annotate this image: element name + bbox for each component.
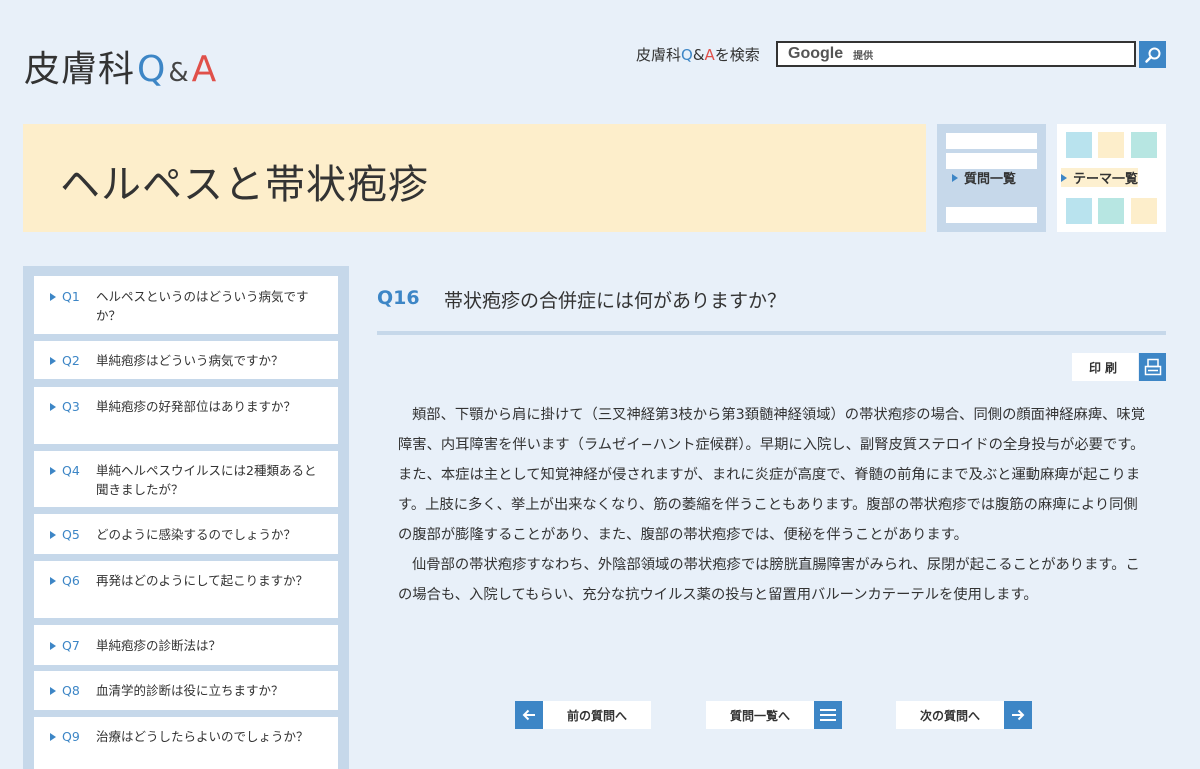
sidebar-item-label: 治療はどうしたらよいのでしょうか？ (96, 729, 309, 744)
triangle-right-icon (50, 577, 56, 585)
google-brand: Google (788, 45, 844, 62)
search-label: 皮膚科Q&Aを検索 (636, 44, 760, 65)
question-list-label: 質問一覧 (964, 172, 1017, 187)
sidebar-item-num: Q6 (62, 573, 80, 588)
prev-question-button[interactable]: 前の質問へ (515, 701, 651, 729)
logo-q: Q (137, 49, 166, 90)
logo-a: A (191, 49, 217, 90)
sidebar-item-num: Q8 (62, 683, 80, 698)
triangle-right-icon (50, 687, 56, 695)
question-list-tile[interactable]: 質問一覧 (937, 124, 1046, 232)
triangle-right-icon (50, 467, 56, 475)
tile-cell (1066, 198, 1092, 224)
tile-cell (1066, 132, 1092, 158)
arrow-left-icon (515, 701, 543, 729)
triangle-right-icon (50, 357, 56, 365)
answer-paragraph: 仙骨部の帯状疱疹すなわち、外陰部領域の帯状疱疹では膀胱直腸障害がみられ、尿閉が起… (398, 557, 1140, 603)
tile-cell (1098, 198, 1124, 224)
triangle-right-icon (50, 293, 56, 301)
logo-amp: & (168, 58, 189, 88)
question-title: 帯状疱疹の合併症には何がありますか？ (444, 290, 787, 312)
site-logo[interactable]: 皮膚科 Q & A (24, 40, 216, 90)
sidebar-item-label: 単純疱疹はどういう病気ですか？ (96, 353, 284, 368)
prev-question-label: 前の質問へ (543, 701, 651, 729)
tile-bar (946, 133, 1037, 149)
sidebar-item-label: 血清学的診断は役に立ちますか？ (96, 683, 284, 698)
sidebar-item-q9[interactable]: Q9 治療はどうしたらよいのでしょうか？ (34, 717, 338, 769)
sidebar-item-q1[interactable]: Q1 ヘルペスというのはどういう病気ですか？ (34, 276, 338, 334)
question-number: Q16 (377, 287, 420, 309)
search-label-post: を検索 (714, 46, 760, 64)
theme-list-link[interactable]: テーマ一覧 (1061, 168, 1139, 187)
print-button[interactable]: 印刷 (1072, 353, 1166, 381)
tile-bar (946, 207, 1037, 223)
sidebar-item-num: Q9 (62, 729, 80, 744)
question-list-link[interactable]: 質問一覧 (952, 168, 1016, 187)
sidebar-item-q5[interactable]: Q5 どのように感染するのでしょうか？ (34, 514, 338, 554)
next-question-button[interactable]: 次の質問へ (896, 701, 1032, 729)
search-input[interactable]: Google 提供 (776, 41, 1136, 67)
sidebar-item-num: Q3 (62, 399, 80, 414)
sidebar-item-label: 単純疱疹の好発部位はありますか？ (96, 399, 297, 414)
question-list-button-label: 質問一覧へ (706, 701, 814, 729)
search-label-amp: & (692, 46, 705, 64)
sidebar-item-q4[interactable]: Q4 単純ヘルペスウイルスには2種類あると聞きましたが？ (34, 451, 338, 507)
theme-list-tile[interactable]: テーマ一覧 (1057, 124, 1166, 232)
triangle-right-icon (50, 531, 56, 539)
triangle-right-icon (50, 733, 56, 741)
tile-bar (946, 153, 1037, 169)
triangle-right-icon (952, 173, 958, 182)
sidebar-item-q3[interactable]: Q3 単純疱疹の好発部位はありますか？ (34, 387, 338, 444)
title-divider (377, 331, 1166, 335)
sidebar-item-q6[interactable]: Q6 再発はどのようにして起こりますか？ (34, 561, 338, 618)
sidebar-item-num: Q2 (62, 353, 80, 368)
triangle-right-icon (50, 642, 56, 650)
sidebar-item-num: Q1 (62, 289, 80, 304)
sidebar-item-label: 単純ヘルペスウイルスには2種類あると聞きましたが？ (96, 463, 317, 497)
answer-paragraph: 頬部、下顎から肩に掛けて（三叉神経第3枝から第3頚髄神経領域）の帯状疱疹の場合、… (398, 407, 1146, 543)
sidebar-item-label: 再発はどのようにして起こりますか？ (96, 573, 309, 588)
sidebar-item-num: Q7 (62, 638, 80, 653)
next-question-label: 次の質問へ (896, 701, 1004, 729)
answer-body: 頬部、下顎から肩に掛けて（三叉神経第3枝から第3頚髄神経領域）の帯状疱疹の場合、… (398, 400, 1150, 610)
triangle-right-icon (50, 403, 56, 411)
tile-cell (1131, 132, 1157, 158)
sidebar-item-label: ヘルペスというのはどういう病気ですか？ (96, 289, 309, 323)
sidebar-item-label: どのように感染するのでしょうか？ (96, 527, 297, 542)
triangle-right-icon (1061, 173, 1067, 182)
tile-cell (1098, 132, 1124, 158)
search-button[interactable] (1139, 41, 1166, 68)
page-title: ヘルペスと帯状疱疹 (60, 162, 429, 208)
list-icon (814, 701, 842, 729)
search-label-pre: 皮膚科 (636, 46, 682, 64)
search-label-a: A (704, 46, 715, 64)
arrow-right-icon (1004, 701, 1032, 729)
sidebar-item-label: 単純疱疹の診断法は？ (96, 638, 222, 653)
printer-icon (1139, 353, 1166, 381)
google-brand-suffix: 提供 (853, 50, 874, 62)
theme-list-label: テーマ一覧 (1073, 172, 1139, 187)
search-label-q: Q (681, 46, 693, 64)
sidebar-item-num: Q4 (62, 463, 80, 478)
sidebar-item-num: Q5 (62, 527, 80, 542)
search-icon (1144, 47, 1160, 63)
logo-text: 皮膚科 (24, 49, 136, 90)
sidebar-item-q7[interactable]: Q7 単純疱疹の診断法は？ (34, 625, 338, 665)
sidebar-item-q2[interactable]: Q2 単純疱疹はどういう病気ですか？ (34, 341, 338, 379)
sidebar-item-q8[interactable]: Q8 血清学的診断は役に立ちますか？ (34, 671, 338, 710)
print-label: 印刷 (1072, 353, 1138, 381)
tile-cell (1131, 198, 1157, 224)
question-list-button[interactable]: 質問一覧へ (706, 701, 842, 729)
